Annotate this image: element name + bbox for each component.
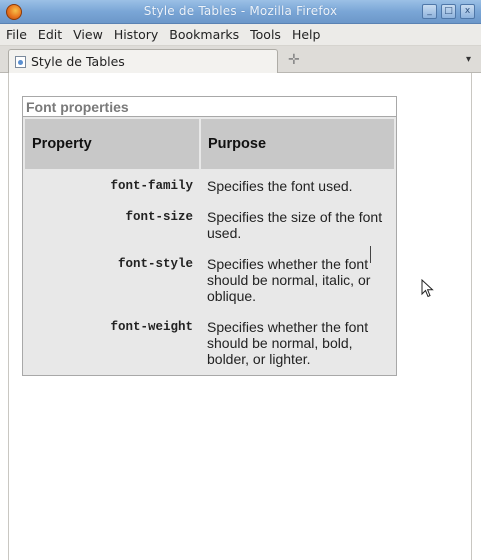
window-title: Style de Tables - Mozilla Firefox	[143, 4, 338, 18]
property-cell: font-family	[110, 179, 193, 193]
menu-history[interactable]: History	[114, 27, 158, 42]
tab-bar: Style de Tables ✛ ▾	[0, 46, 481, 73]
table-caption: Font properties	[23, 97, 396, 117]
property-cell: font-size	[125, 210, 193, 224]
table-row: font-weight Specifies whether the font s…	[25, 312, 394, 373]
table: Property Purpose font-family Specifies t…	[23, 117, 396, 375]
property-cell: font-style	[117, 257, 193, 271]
text-caret	[370, 246, 371, 263]
page-icon	[15, 55, 26, 68]
property-cell: font-weight	[110, 320, 193, 334]
purpose-cell: Specifies whether the font should be nor…	[207, 256, 371, 304]
page-content[interactable]: Font properties Property Purpose font-fa…	[8, 73, 472, 560]
menu-bookmarks[interactable]: Bookmarks	[169, 27, 239, 42]
menu-view[interactable]: View	[73, 27, 103, 42]
new-tab-icon[interactable]: ✛	[288, 53, 300, 67]
tab-style-de-tables[interactable]: Style de Tables	[8, 49, 278, 73]
menu-help[interactable]: Help	[292, 27, 321, 42]
purpose-cell: Specifies the font used.	[207, 178, 353, 194]
column-header-property: Property	[25, 119, 199, 169]
close-button[interactable]: x	[460, 4, 475, 19]
maximize-button[interactable]: □	[441, 4, 456, 19]
chevron-down-icon[interactable]: ▾	[466, 54, 471, 65]
minimize-button[interactable]: _	[422, 4, 437, 19]
purpose-cell: Specifies whether the font should be nor…	[207, 319, 369, 367]
purpose-cell: Specifies the size of the font used.	[207, 209, 383, 241]
menu-tools[interactable]: Tools	[250, 27, 281, 42]
table-row: font-family Specifies the font used.	[25, 171, 394, 200]
table-row: font-style Specifies whether the font sh…	[25, 249, 394, 310]
column-header-purpose: Purpose	[201, 119, 394, 169]
menu-file[interactable]: File	[6, 27, 27, 42]
menu-edit[interactable]: Edit	[38, 27, 62, 42]
font-properties-table: Font properties Property Purpose font-fa…	[22, 96, 397, 376]
menu-bar: File Edit View History Bookmarks Tools H…	[0, 24, 481, 46]
window-titlebar[interactable]: Style de Tables - Mozilla Firefox _ □ x	[0, 0, 481, 24]
table-header-row: Property Purpose	[25, 119, 394, 169]
table-row: font-size Specifies the size of the font…	[25, 202, 394, 247]
mouse-pointer-icon	[421, 279, 434, 298]
tab-label: Style de Tables	[31, 54, 125, 69]
